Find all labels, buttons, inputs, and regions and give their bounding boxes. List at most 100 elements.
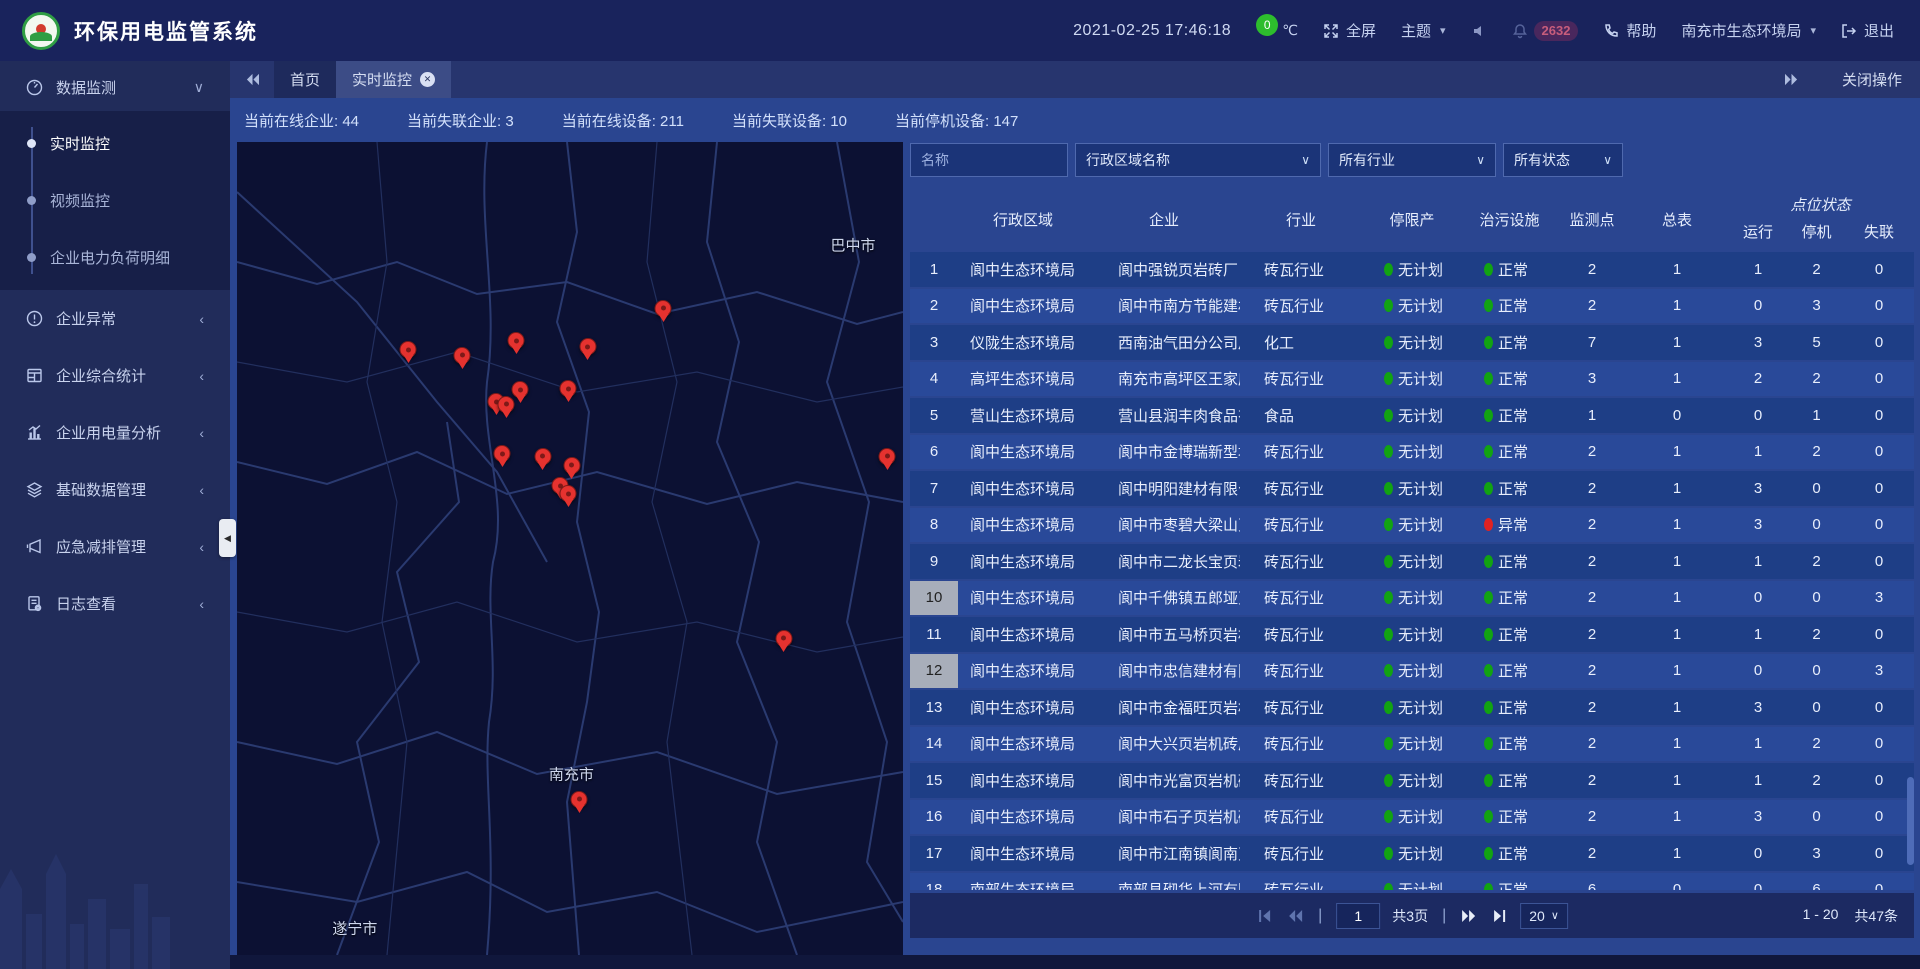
table-row[interactable]: 16阆中生态环境局阆中市石子页岩机砖厂砖瓦行业无计划正常21300	[910, 800, 1914, 835]
sidebar-group-label: 企业异常	[56, 308, 116, 329]
table-row[interactable]: 15阆中生态环境局阆中市光富页岩机砖厂砖瓦行业无计划正常21120	[910, 763, 1914, 798]
table-row[interactable]: 1阆中生态环境局阆中强锐页岩砖厂砖瓦行业无计划正常21120	[910, 252, 1914, 287]
table-row[interactable]: 10阆中生态环境局阆中千佛镇五郎垭页岩砖瓦行业无计划正常21003	[910, 581, 1914, 616]
map-pin-icon[interactable]	[494, 445, 511, 462]
sidebar-group-log-view[interactable]: 日志查看‹	[0, 575, 230, 632]
map-pin-icon[interactable]	[655, 300, 672, 317]
cell-region: 阆中生态环境局	[958, 551, 1088, 572]
first-page-button[interactable]	[1256, 908, 1274, 924]
table-row[interactable]: 8阆中生态环境局阆中市枣碧大梁山页岩砖瓦行业无计划异常21300	[910, 508, 1914, 543]
table-row[interactable]: 7阆中生态环境局阆中明阳建材有限公司砖瓦行业无计划正常21300	[910, 471, 1914, 506]
map-pin-icon[interactable]	[508, 332, 525, 349]
map-pin-icon[interactable]	[879, 448, 896, 465]
table-row[interactable]: 18南部生态环境局南部县砌华上河有限公砖瓦行业无计划正常60060	[910, 873, 1914, 891]
map-pin-icon[interactable]	[571, 791, 588, 808]
organization-dropdown[interactable]: 南充市生态环境局▾	[1681, 20, 1816, 41]
table-row[interactable]: 2阆中生态环境局阆中市南方节能建材有砖瓦行业无计划正常21030	[910, 289, 1914, 324]
map-pin-icon[interactable]	[775, 630, 792, 647]
cell-meter: 1	[1627, 662, 1727, 679]
stat-item: 当前失联企业: 3	[407, 110, 514, 131]
tabs-scroll-left-button[interactable]	[230, 61, 274, 98]
cell-meter: 1	[1627, 553, 1727, 570]
cell-meter: 1	[1627, 334, 1727, 351]
cell-industry: 砖瓦行业	[1240, 587, 1362, 608]
theme-dropdown[interactable]: 主题▾	[1401, 20, 1446, 41]
point-status-group-title: 点位状态	[1727, 194, 1914, 215]
name-search-input[interactable]	[910, 143, 1068, 177]
table-scrollbar[interactable]	[1907, 777, 1914, 865]
table-row[interactable]: 6阆中生态环境局阆中市金博瑞新型墙材砖瓦行业无计划正常21120	[910, 435, 1914, 470]
table-row[interactable]: 13阆中生态环境局阆中市金福旺页岩机砖砖瓦行业无计划正常21300	[910, 690, 1914, 725]
cell-region: 阆中生态环境局	[958, 441, 1088, 462]
map-pin-icon[interactable]	[563, 457, 580, 474]
cell-industry: 砖瓦行业	[1240, 879, 1362, 890]
sidebar-item-power-load-detail[interactable]: 企业电力负荷明细	[0, 229, 230, 286]
next-page-button[interactable]	[1460, 908, 1478, 924]
cell-company: 阆中强锐页岩砖厂	[1088, 259, 1240, 280]
cell-industry: 砖瓦行业	[1240, 660, 1362, 681]
logout-button[interactable]: 退出	[1841, 20, 1894, 41]
fullscreen-button[interactable]: 全屏	[1323, 20, 1376, 41]
tab-home[interactable]: 首页	[274, 61, 336, 98]
region-select[interactable]: 行政区域名称∨	[1075, 143, 1321, 177]
sidebar-group-enterprise-abnormal[interactable]: 企业异常‹	[0, 290, 230, 347]
status-select[interactable]: 所有状态∨	[1503, 143, 1623, 177]
cell-meter: 1	[1627, 845, 1727, 862]
stat-item: 当前失联设备: 10	[732, 110, 847, 131]
double-chevron-left-icon	[1287, 909, 1303, 923]
map-pin-icon[interactable]	[400, 341, 417, 358]
sidebar-item-realtime-monitoring[interactable]: 实时监控	[0, 115, 230, 172]
table-row[interactable]: 12阆中生态环境局阆中市忠信建材有限公砖瓦行业无计划正常21003	[910, 654, 1914, 689]
map-pin-icon[interactable]	[512, 381, 529, 398]
map-pin-icon[interactable]	[454, 347, 471, 364]
cell-offline: 0	[1844, 261, 1914, 278]
cell-stopped: 2	[1789, 553, 1844, 570]
sidebar-group-base-data[interactable]: 基础数据管理‹	[0, 461, 230, 518]
sidebar-item-video-monitoring[interactable]: 视频监控	[0, 172, 230, 229]
table-row[interactable]: 9阆中生态环境局阆中市二龙长宝页岩砖砖瓦行业无计划正常21120	[910, 544, 1914, 579]
cell-industry: 砖瓦行业	[1240, 697, 1362, 718]
table-row[interactable]: 4高坪生态环境局南充市高坪区王家店建砖瓦行业无计划正常31220	[910, 362, 1914, 397]
sidebar-group-power-analysis[interactable]: 企业用电量分析‹	[0, 404, 230, 461]
map-pin-icon[interactable]	[560, 485, 577, 502]
status-dot-green-icon	[1384, 810, 1393, 823]
map-pin-icon[interactable]	[579, 338, 596, 355]
industry-select[interactable]: 所有行业∨	[1328, 143, 1496, 177]
close-icon[interactable]: ✕	[420, 72, 435, 87]
sidebar-group-emergency-management[interactable]: 应急减排管理‹	[0, 518, 230, 575]
table-row[interactable]: 3仪陇生态环境局西南油气田分公司川中化工无计划正常71350	[910, 325, 1914, 360]
table-row[interactable]: 14阆中生态环境局阆中大兴页岩机砖厂砖瓦行业无计划正常21120	[910, 727, 1914, 762]
cell-limit: 无计划	[1362, 478, 1462, 499]
help-button[interactable]: 帮助	[1603, 20, 1656, 41]
table-row[interactable]: 17阆中生态环境局阆中市江南镇阆南页岩砖瓦行业无计划正常21030	[910, 836, 1914, 871]
map-pin-icon[interactable]	[534, 448, 551, 465]
column-header-stopped: 停机	[1789, 221, 1844, 242]
tabs-scroll-right-button[interactable]	[1770, 73, 1814, 86]
map-panel[interactable]: 巴中市南充市遂宁市	[237, 142, 903, 955]
notification-area[interactable]: 2632	[1512, 21, 1579, 41]
filter-bar: 行政区域名称∨ 所有行业∨ 所有状态∨	[910, 143, 1914, 177]
close-operations-button[interactable]: 关闭操作	[1842, 69, 1902, 90]
previous-page-button[interactable]	[1286, 908, 1304, 924]
page-size-select[interactable]: 20∨	[1520, 903, 1568, 929]
double-chevron-left-icon	[245, 73, 260, 86]
page-number-input[interactable]	[1336, 903, 1380, 929]
tab-realtime-monitoring[interactable]: 实时监控 ✕	[336, 61, 451, 98]
chevron-left-icon: ‹	[199, 539, 204, 555]
row-index: 18	[910, 873, 958, 891]
map-pin-icon[interactable]	[560, 380, 577, 397]
map-pin-icon[interactable]	[498, 396, 515, 413]
last-page-button[interactable]	[1490, 908, 1508, 924]
cell-facility: 正常	[1462, 332, 1557, 353]
cell-offline: 0	[1844, 881, 1914, 890]
cell-company: 阆中市二龙长宝页岩砖	[1088, 551, 1240, 572]
mute-button[interactable]	[1471, 23, 1487, 39]
sidebar-group-data-monitoring[interactable]: 数据监测∨	[0, 63, 230, 111]
cell-company: 阆中市枣碧大梁山页岩	[1088, 514, 1240, 535]
sidebar-group-enterprise-statistics[interactable]: 企业综合统计‹	[0, 347, 230, 404]
cell-offline: 0	[1844, 699, 1914, 716]
sidebar-collapse-handle[interactable]: ◀	[219, 519, 236, 557]
cell-running: 0	[1727, 297, 1789, 314]
table-row[interactable]: 11阆中生态环境局阆中市五马桥页岩机砖砖瓦行业无计划正常21120	[910, 617, 1914, 652]
table-row[interactable]: 5营山生态环境局营山县润丰肉食品有限食品无计划正常10010	[910, 398, 1914, 433]
